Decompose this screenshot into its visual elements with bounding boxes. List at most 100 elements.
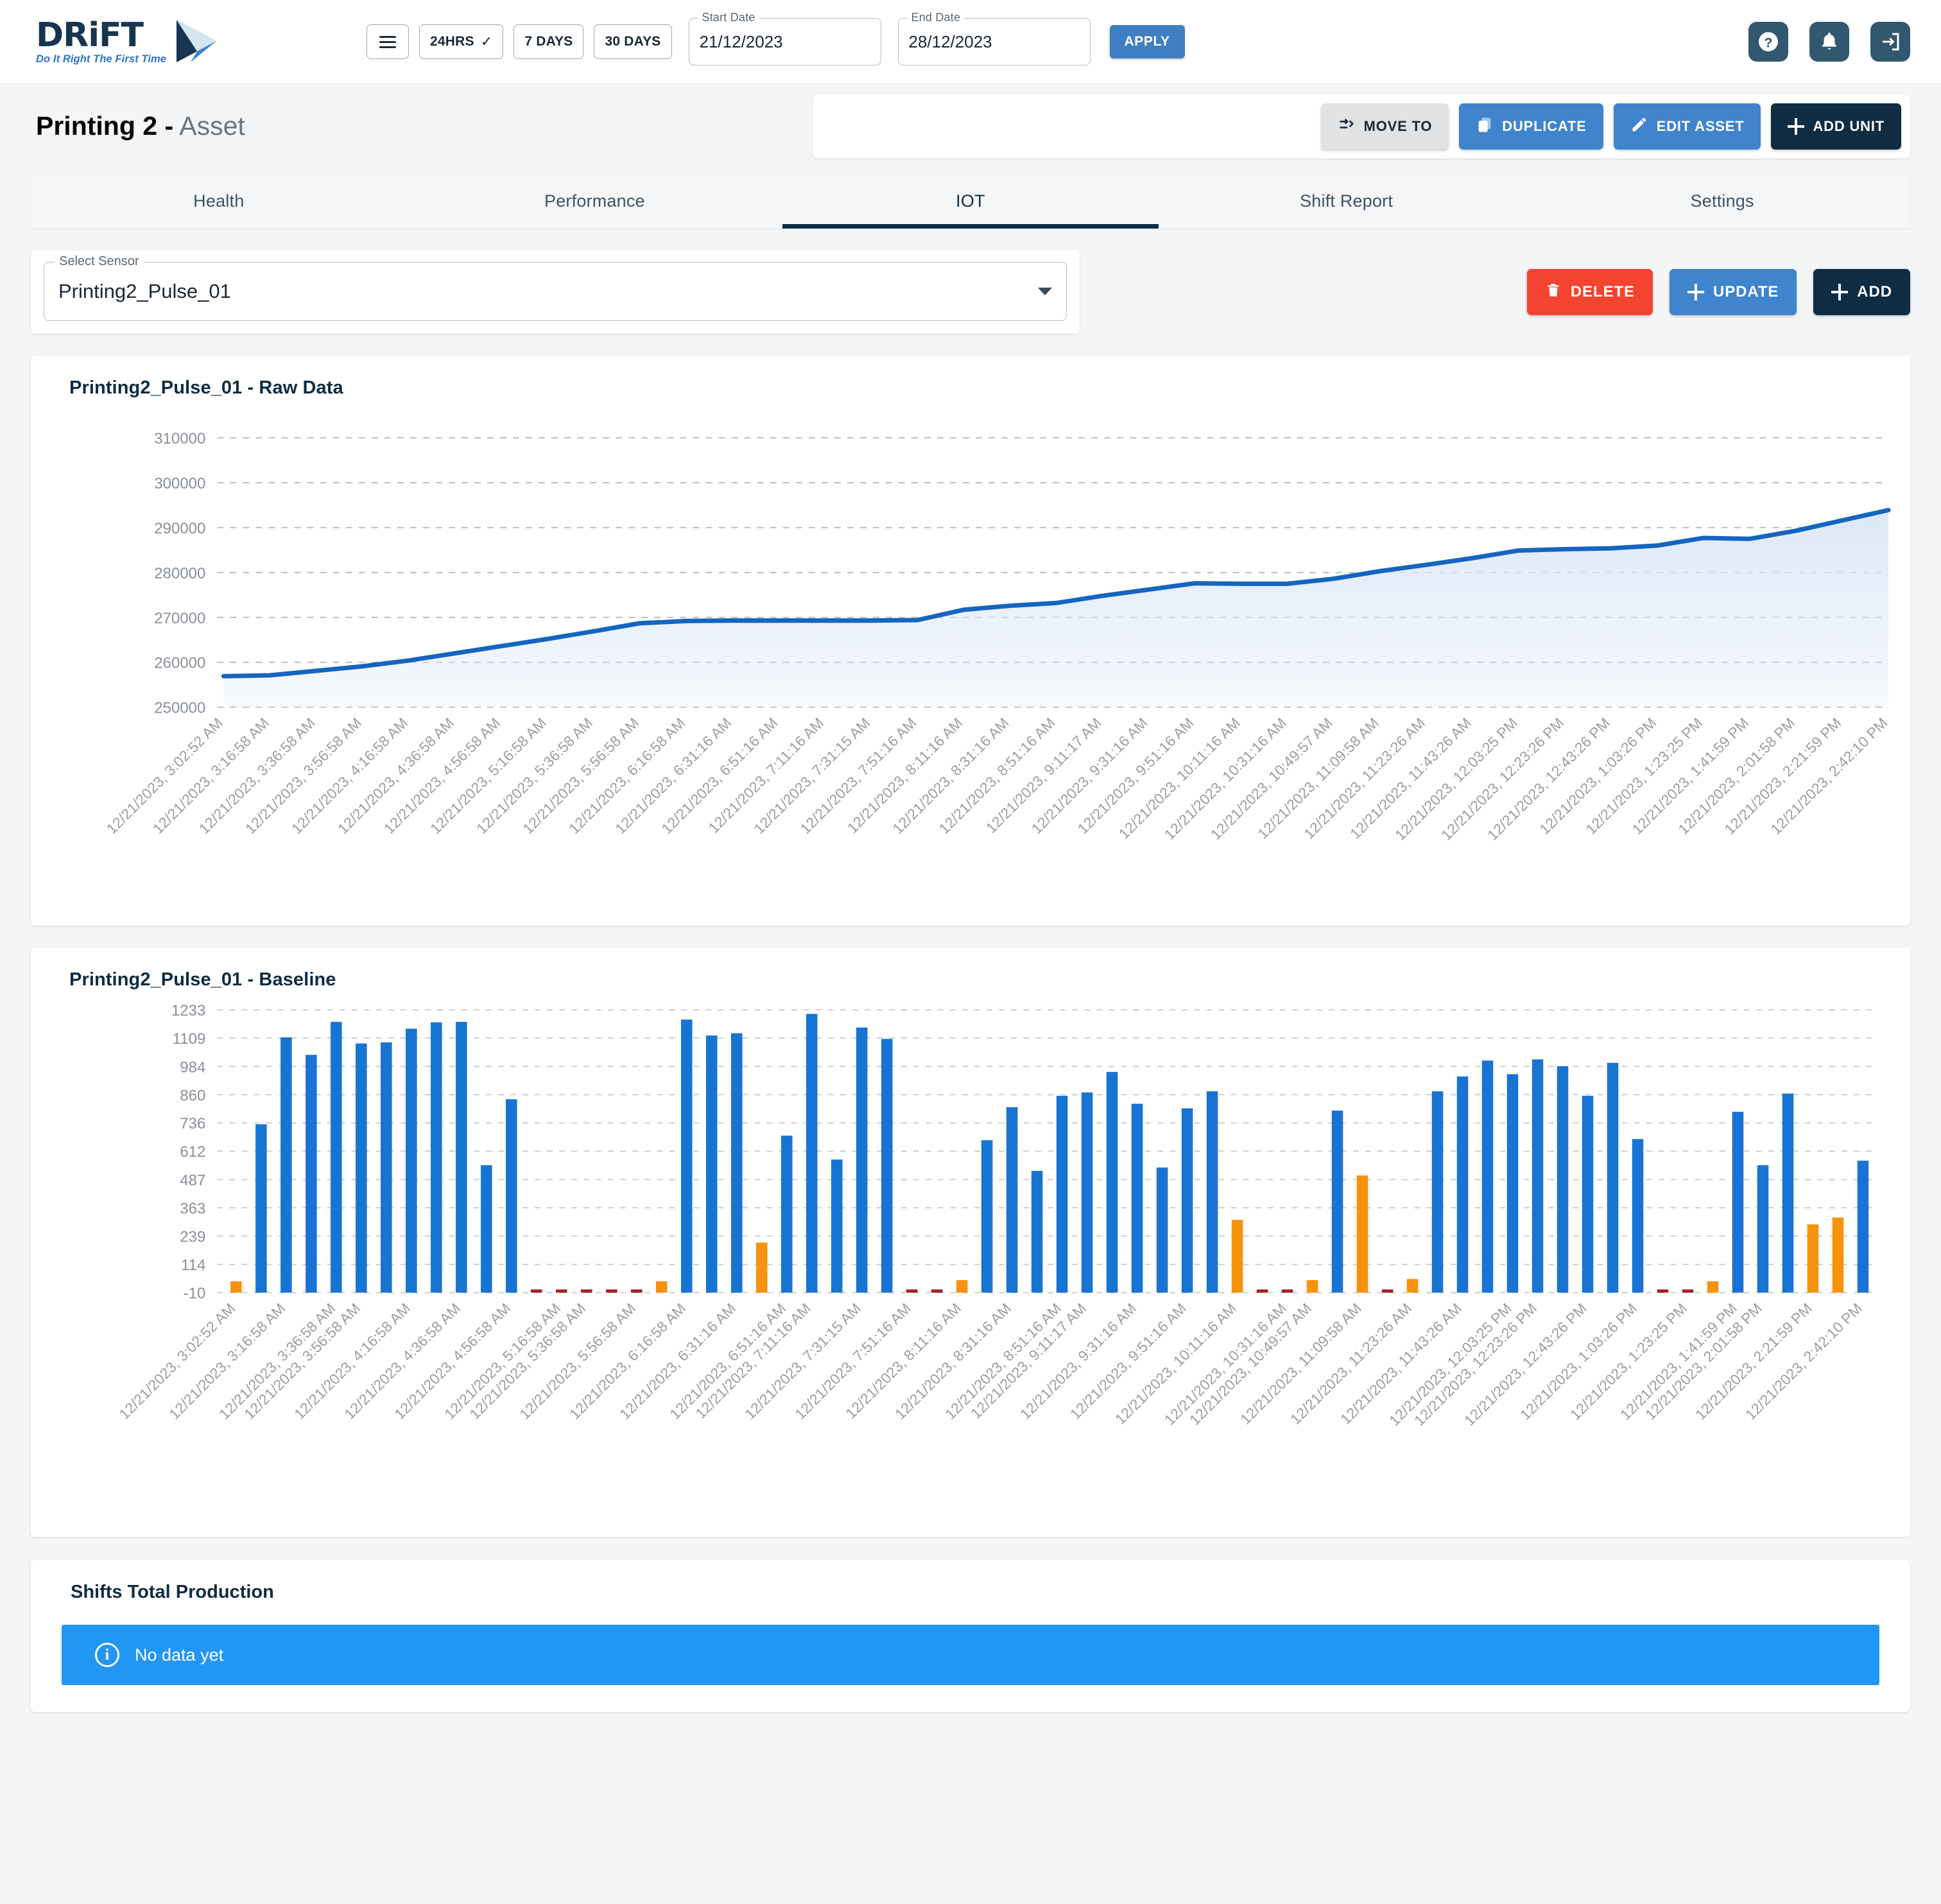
end-date-label: End Date xyxy=(907,11,965,24)
notifications-bell-icon[interactable] xyxy=(1809,22,1849,62)
duplicate-icon xyxy=(1476,116,1494,137)
no-data-text: No data yet xyxy=(135,1645,224,1665)
page-title: Printing 2 - Asset xyxy=(36,111,245,141)
svg-text:736: 736 xyxy=(180,1115,205,1132)
move-to-label: MOVE TO xyxy=(1363,118,1433,134)
time-range-group: 24HRS ✓ 7 DAYS 30 DAYS xyxy=(367,24,672,59)
chevron-down-icon[interactable] xyxy=(1038,288,1052,295)
add-sensor-label: ADD xyxy=(1857,283,1892,300)
range-30days-button[interactable]: 30 DAYS xyxy=(594,24,672,59)
brand-logo[interactable]: DRiFT Do It Right The First Time xyxy=(36,15,248,69)
sensor-select-card: Select Sensor Printing2_Pulse_01 xyxy=(31,250,1080,334)
logo-arrow-icon xyxy=(171,16,221,69)
tab-health-label: Health xyxy=(193,191,245,211)
svg-text:612: 612 xyxy=(180,1143,205,1161)
svg-text:300000: 300000 xyxy=(154,475,205,492)
tab-shift-report[interactable]: Shift Report xyxy=(1159,174,1535,229)
move-to-button[interactable]: MOVE TO xyxy=(1320,103,1449,150)
shifts-total-production-card: Shifts Total Production i No data yet xyxy=(31,1560,1910,1713)
svg-text:250000: 250000 xyxy=(154,700,205,717)
svg-text:310000: 310000 xyxy=(154,430,205,447)
range-7days-button[interactable]: 7 DAYS xyxy=(513,24,584,59)
start-date-field[interactable]: Start Date 21/12/2023 xyxy=(688,11,881,65)
brand-tagline: Do It Right The First Time xyxy=(36,53,167,65)
page-title-muted: Asset xyxy=(179,110,245,141)
svg-text:270000: 270000 xyxy=(154,610,205,627)
page-title-row: Printing 2 - Asset MOVE TO DUPLICATE EDI… xyxy=(0,84,1941,168)
raw-data-svg: 250000 260000 270000 280000 290000 300000 3100… xyxy=(103,430,1891,844)
trash-icon xyxy=(1545,282,1562,303)
info-icon: i xyxy=(95,1643,119,1668)
add-sensor-button[interactable]: ADD xyxy=(1813,269,1910,315)
baseline-chart-card: Printing2_Pulse_01 - Baseline -10 114 239 3… xyxy=(31,948,1910,1537)
baseline-chart-title: Printing2_Pulse_01 - Baseline xyxy=(69,969,336,991)
svg-text:114: 114 xyxy=(181,1257,205,1274)
sensor-select-value: Printing2_Pulse_01 xyxy=(58,280,231,302)
update-sensor-button[interactable]: UPDATE xyxy=(1669,269,1797,315)
range-30days-label: 30 DAYS xyxy=(605,34,661,49)
tab-iot-label: IOT xyxy=(956,191,985,211)
svg-text:239: 239 xyxy=(180,1229,205,1246)
asset-actions-card: MOVE TO DUPLICATE EDIT ASSET ADD UNIT xyxy=(813,94,1910,159)
apply-button[interactable]: APPLY xyxy=(1109,25,1185,58)
edit-asset-label: EDIT ASSET xyxy=(1656,118,1745,134)
plus-icon xyxy=(1831,284,1849,300)
logout-icon[interactable] xyxy=(1870,22,1910,62)
tab-performance[interactable]: Performance xyxy=(407,174,783,229)
top-header-bar: DRiFT Do It Right The First Time 24HRS ✓… xyxy=(0,0,1941,84)
tab-settings[interactable]: Settings xyxy=(1534,174,1910,229)
tab-performance-label: Performance xyxy=(544,191,645,211)
sensor-select[interactable]: Select Sensor Printing2_Pulse_01 xyxy=(44,254,1067,321)
update-sensor-label: UPDATE xyxy=(1713,283,1779,300)
tab-health[interactable]: Health xyxy=(31,174,407,229)
page-title-bold: Printing 2 - xyxy=(36,110,174,141)
svg-text:363: 363 xyxy=(180,1200,205,1218)
svg-text:1233: 1233 xyxy=(171,1002,205,1019)
svg-text:487: 487 xyxy=(180,1172,205,1190)
plus-icon xyxy=(1687,284,1704,300)
range-7days-label: 7 DAYS xyxy=(524,34,573,49)
add-unit-button[interactable]: ADD UNIT xyxy=(1771,103,1901,150)
svg-text:?: ? xyxy=(1764,35,1773,50)
raw-data-chart-title: Printing2_Pulse_01 - Raw Data xyxy=(69,377,343,398)
hamburger-menu-icon[interactable] xyxy=(367,24,409,59)
svg-text:260000: 260000 xyxy=(154,655,205,672)
help-icon[interactable]: ? xyxy=(1748,22,1788,62)
sensor-row: Select Sensor Printing2_Pulse_01 DELETE … xyxy=(0,229,1941,334)
pencil-icon xyxy=(1630,116,1648,137)
delete-sensor-label: DELETE xyxy=(1570,283,1635,300)
delete-sensor-button[interactable]: DELETE xyxy=(1526,269,1653,315)
raw-data-plot[interactable]: 250000 260000 270000 280000 290000 300000 3100… xyxy=(50,399,1891,913)
brand-name: DRiFT xyxy=(36,16,144,55)
asset-tabs: Health Performance IOT Shift Report Sett… xyxy=(31,174,1910,229)
start-date-label: Start Date xyxy=(698,11,759,24)
baseline-svg: -101142393634876127368609841109123312/21… xyxy=(116,1002,1876,1429)
plus-icon xyxy=(1788,118,1805,135)
no-data-banner: i No data yet xyxy=(62,1625,1879,1686)
sensor-actions: DELETE UPDATE ADD xyxy=(1526,269,1910,315)
svg-text:984: 984 xyxy=(180,1059,205,1076)
check-icon: ✓ xyxy=(480,33,493,49)
raw-data-chart-card: Printing2_Pulse_01 - Raw Data 250000 2600… xyxy=(31,356,1910,926)
edit-asset-button[interactable]: EDIT ASSET xyxy=(1613,103,1761,150)
svg-text:280000: 280000 xyxy=(154,565,205,582)
move-to-icon xyxy=(1338,116,1356,137)
end-date-value: 28/12/2023 xyxy=(908,31,992,51)
duplicate-label: DUPLICATE xyxy=(1502,118,1587,134)
start-date-value: 21/12/2023 xyxy=(699,31,783,51)
svg-text:-10: -10 xyxy=(184,1285,206,1303)
shifts-total-production-title: Shifts Total Production xyxy=(71,1582,274,1603)
range-24hrs-button[interactable]: 24HRS ✓ xyxy=(419,24,504,59)
duplicate-button[interactable]: DUPLICATE xyxy=(1459,103,1603,150)
tab-shift-report-label: Shift Report xyxy=(1300,191,1393,211)
tab-iot[interactable]: IOT xyxy=(782,174,1159,229)
svg-text:1109: 1109 xyxy=(173,1030,206,1048)
tab-settings-label: Settings xyxy=(1690,191,1754,211)
add-unit-label: ADD UNIT xyxy=(1813,118,1885,134)
range-24hrs-label: 24HRS xyxy=(430,34,474,49)
sensor-select-label: Select Sensor xyxy=(55,254,144,269)
end-date-field[interactable]: End Date 28/12/2023 xyxy=(897,11,1091,65)
svg-text:290000: 290000 xyxy=(154,520,205,537)
baseline-plot[interactable]: -10 114 239 363 487 612 736 860 984 1109 1233 12/21… xyxy=(50,991,1891,1524)
header-icon-group: ? xyxy=(1748,22,1910,62)
